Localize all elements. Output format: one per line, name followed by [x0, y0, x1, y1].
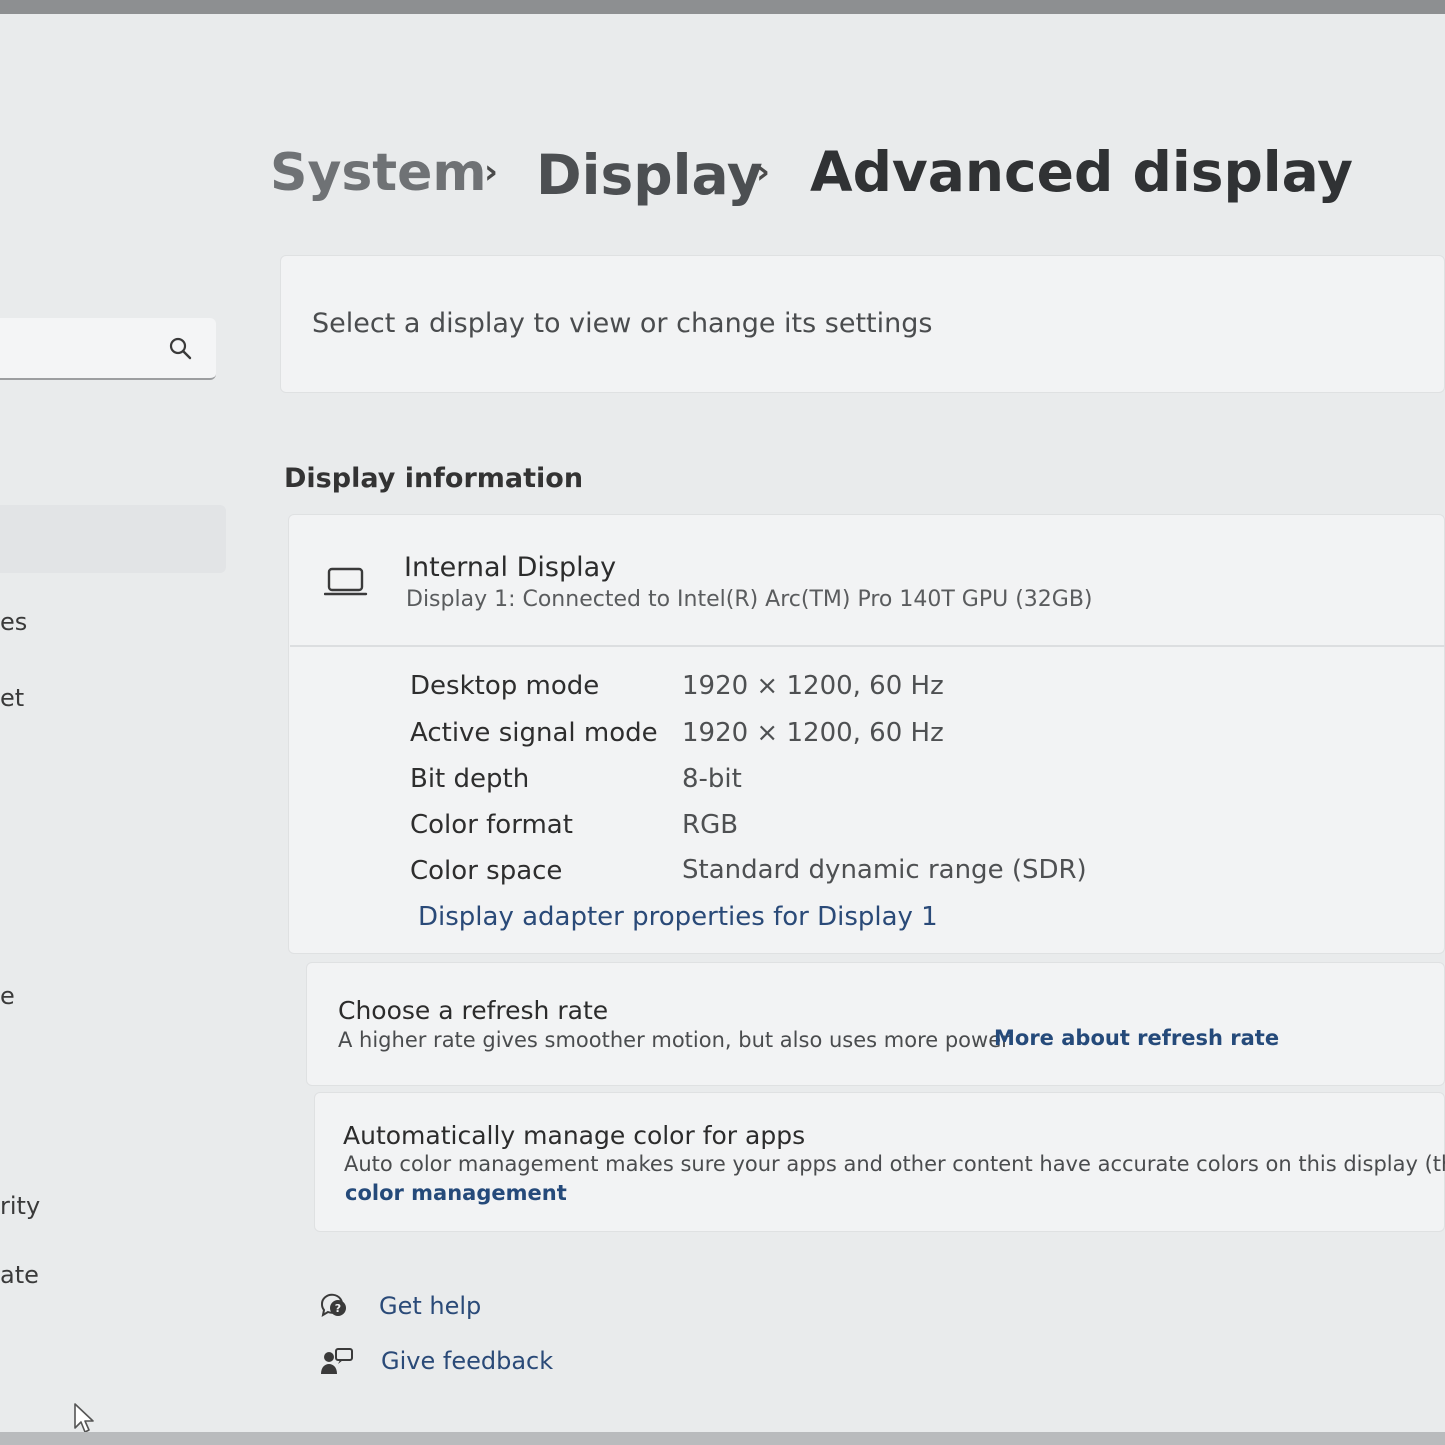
sidebar-item-label[interactable]: e [0, 982, 15, 1010]
screen-bezel-top [0, 0, 1445, 14]
sidebar-item-label[interactable]: ate [0, 1261, 39, 1289]
refresh-rate-title: Choose a refresh rate [338, 996, 609, 1025]
get-help-link[interactable]: Get help [379, 1292, 481, 1320]
breadcrumb-separator: › [756, 152, 771, 192]
svg-text:?: ? [335, 1302, 341, 1315]
sidebar-item-label[interactable]: rity [0, 1192, 40, 1220]
sidebar-item-label[interactable]: es [0, 608, 27, 636]
search-icon[interactable] [168, 336, 194, 362]
breadcrumb-separator: › [484, 152, 499, 192]
page-title: Advanced display [810, 140, 1353, 204]
sidebar-item-label[interactable]: et [0, 684, 24, 712]
display-adapter-properties-link[interactable]: Display adapter properties for Display 1 [418, 902, 938, 932]
breadcrumb-system[interactable]: System [270, 143, 487, 203]
color-management-description: Auto color management makes sure your ap… [344, 1152, 1445, 1176]
info-row-value: RGB [682, 810, 739, 840]
info-row-value: Standard dynamic range (SDR) [682, 855, 1087, 885]
info-row-value: 1920 × 1200, 60 Hz [682, 718, 944, 748]
info-row-label: Color space [410, 856, 563, 886]
color-management-title: Automatically manage color for apps [343, 1121, 806, 1150]
divider [290, 645, 1445, 647]
display-name: Internal Display [404, 552, 617, 583]
breadcrumb-display[interactable]: Display [536, 143, 763, 207]
section-title: Display information [284, 463, 584, 494]
give-feedback-icon[interactable] [320, 1346, 354, 1376]
get-help-icon[interactable]: ? [318, 1290, 350, 1320]
give-feedback-link[interactable]: Give feedback [381, 1347, 553, 1375]
info-row-value: 1920 × 1200, 60 Hz [682, 671, 944, 701]
laptop-icon [324, 567, 368, 596]
refresh-rate-description: A higher rate gives smoother motion, but… [338, 1028, 1010, 1052]
info-row-label: Bit depth [410, 764, 530, 794]
more-about-refresh-rate-link[interactable]: More about refresh rate [994, 1026, 1279, 1050]
mouse-cursor-icon [74, 1403, 94, 1433]
screen-bezel-bottom [0, 1432, 1445, 1445]
color-management-link[interactable]: color management [345, 1181, 567, 1205]
select-display-label: Select a display to view or change its s… [312, 308, 933, 339]
info-row-value: 8-bit [682, 764, 742, 794]
info-row-label: Desktop mode [410, 671, 600, 701]
sidebar-item-selected[interactable] [0, 505, 226, 573]
display-connection: Display 1: Connected to Intel(R) Arc(TM)… [406, 587, 1093, 612]
info-row-label: Active signal mode [410, 718, 658, 748]
info-row-label: Color format [410, 810, 573, 840]
